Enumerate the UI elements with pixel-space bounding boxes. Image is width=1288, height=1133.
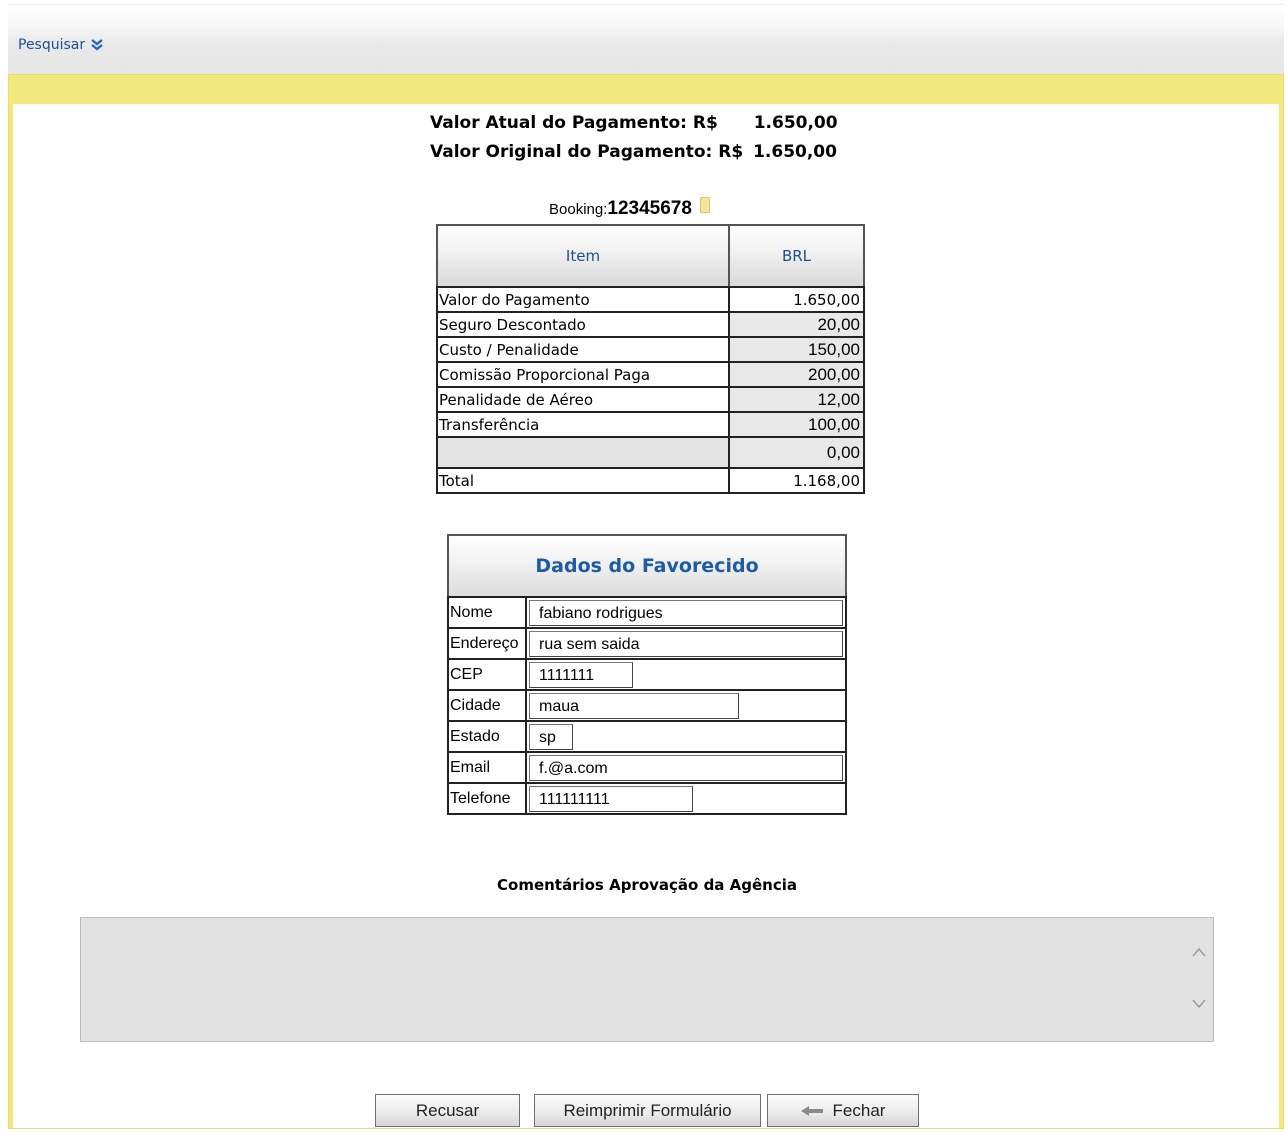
close-button-label: Fechar — [832, 1100, 886, 1120]
item-value-field[interactable]: 12,00 — [728, 386, 865, 413]
item-label-field[interactable] — [436, 436, 730, 469]
table-row: Valor do Pagamento 1.650,00 — [436, 286, 865, 313]
table-row: Endereço rua sem saida — [447, 627, 847, 660]
column-header-item: Item — [436, 224, 730, 288]
total-label: Total — [436, 467, 730, 494]
current-payment-line: Valor Atual do Pagamento: R$ 1.650,00 — [430, 113, 838, 133]
table-row-total: Total 1.168,00 — [436, 467, 865, 494]
item-label: Comissão Proporcional Paga — [436, 361, 730, 388]
table-row: Penalidade de Aéreo 12,00 — [436, 386, 865, 413]
field-label: Cidade — [447, 689, 527, 722]
item-value: 1.650,00 — [728, 286, 865, 313]
close-button[interactable]: Fechar — [767, 1094, 919, 1127]
arrow-left-icon — [800, 1105, 823, 1116]
table-row: Custo / Penalidade 150,00 — [436, 336, 865, 363]
search-toggle[interactable]: Pesquisar — [18, 37, 104, 53]
item-label: Transferência — [436, 411, 730, 438]
table-row: Email f.@a.com — [447, 751, 847, 784]
field-label: Nome — [447, 596, 527, 629]
name-field[interactable]: fabiano rodrigues — [529, 599, 843, 626]
table-row: 0,00 — [436, 436, 865, 469]
item-label: Custo / Penalidade — [436, 336, 730, 363]
comments-title: Comentários Aprovação da Agência — [497, 876, 798, 894]
table-row: Comissão Proporcional Paga 200,00 — [436, 361, 865, 388]
table-row: Nome fabiano rodrigues — [447, 596, 847, 629]
item-label: Penalidade de Aéreo — [436, 386, 730, 413]
table-row: Cidade maua — [447, 689, 847, 722]
booking-number: 12345678 — [607, 198, 692, 219]
beneficiary-table: Dados do Favorecido Nome fabiano rodrigu… — [447, 534, 847, 815]
state-field[interactable]: sp — [529, 723, 573, 750]
original-payment-line: Valor Original do Pagamento: R$ 1.650,00 — [430, 142, 837, 162]
field-label: Telefone — [447, 782, 527, 815]
item-label: Seguro Descontado — [436, 311, 730, 338]
reject-button[interactable]: Recusar — [375, 1094, 520, 1127]
booking-label: Booking: — [549, 201, 608, 218]
original-payment-label: Valor Original do Pagamento: R$ — [430, 142, 744, 162]
reject-button-label: Recusar — [415, 1100, 480, 1120]
current-payment-value: 1.650,00 — [753, 113, 838, 133]
payment-items-table: Item BRL Valor do Pagamento 1.650,00 Seg… — [436, 224, 865, 494]
top-search-bar: Pesquisar — [8, 4, 1284, 75]
current-payment-label: Valor Atual do Pagamento: R$ — [430, 113, 718, 133]
table-row: Transferência 100,00 — [436, 411, 865, 438]
item-value-field[interactable]: 0,00 — [728, 436, 865, 469]
booking-line: Booking: 12345678 — [549, 197, 710, 220]
field-label: CEP — [447, 658, 527, 691]
field-label: Email — [447, 751, 527, 784]
city-field[interactable]: maua — [529, 692, 739, 719]
original-payment-value: 1.650,00 — [753, 142, 837, 162]
item-value-field[interactable]: 20,00 — [728, 311, 865, 338]
address-field[interactable]: rua sem saida — [529, 630, 843, 657]
double-chevron-down-icon — [91, 39, 103, 51]
field-label: Endereço — [447, 627, 527, 660]
email-field[interactable]: f.@a.com — [529, 754, 843, 781]
item-value-field[interactable]: 150,00 — [728, 336, 865, 363]
reprint-button-label: Reimprimir Formulário — [563, 1100, 732, 1120]
column-header-brl: BRL — [728, 224, 865, 288]
reprint-button[interactable]: Reimprimir Formulário — [534, 1094, 761, 1127]
beneficiary-title: Dados do Favorecido — [447, 534, 847, 598]
scroll-up-icon[interactable] — [1191, 946, 1207, 958]
field-label: Estado — [447, 720, 527, 753]
table-row: Estado sp — [447, 720, 847, 753]
table-row: Seguro Descontado 20,00 — [436, 311, 865, 338]
table-row: CEP 1111111 — [447, 658, 847, 691]
scroll-down-icon[interactable] — [1191, 998, 1207, 1010]
total-value: 1.168,00 — [728, 467, 865, 494]
item-value-field[interactable]: 200,00 — [728, 361, 865, 388]
comments-textarea[interactable] — [80, 917, 1214, 1042]
item-label: Valor do Pagamento — [436, 286, 730, 313]
item-value-field[interactable]: 100,00 — [728, 411, 865, 438]
note-icon[interactable] — [699, 197, 710, 213]
phone-field[interactable]: 111111111 — [529, 785, 693, 812]
cep-field[interactable]: 1111111 — [529, 661, 633, 688]
search-toggle-label: Pesquisar — [18, 37, 86, 53]
table-row: Telefone 111111111 — [447, 782, 847, 815]
